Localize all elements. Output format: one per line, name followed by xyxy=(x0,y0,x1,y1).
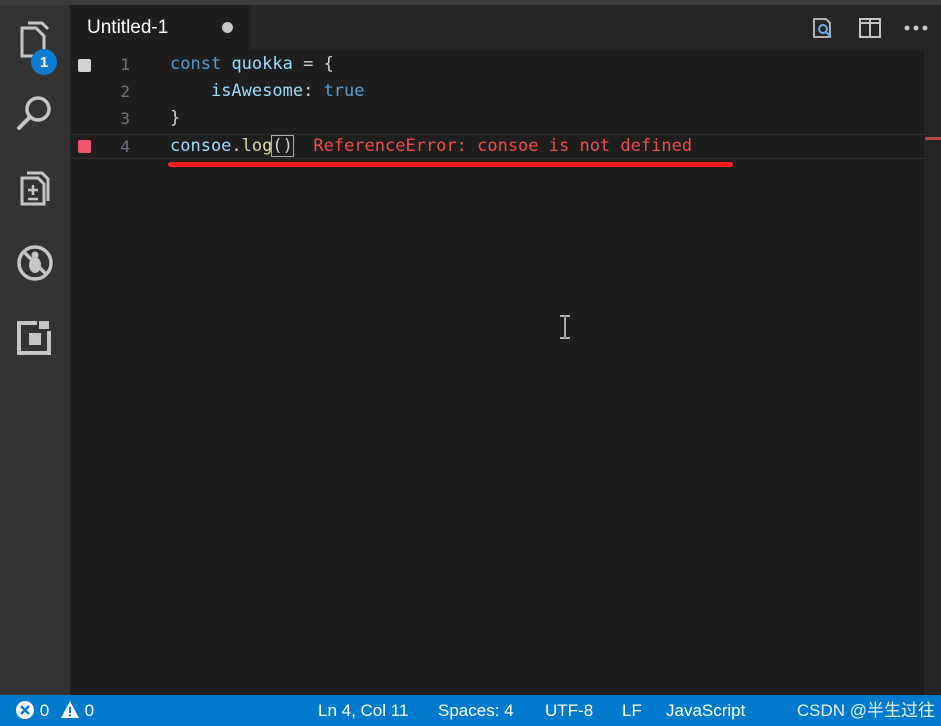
code-punct: . xyxy=(231,136,242,156)
code-line-1: const quokka = { xyxy=(170,51,334,78)
error-icon xyxy=(16,701,34,719)
error-count: 0 xyxy=(39,701,50,720)
extensions-icon[interactable] xyxy=(0,307,70,367)
function-log: log xyxy=(241,136,273,156)
editor-area[interactable]: 1 2 3 4 const quokka = { isAwesome: true… xyxy=(70,50,925,695)
language-mode[interactable]: JavaScript xyxy=(666,695,745,726)
search-icon[interactable] xyxy=(0,83,70,143)
identifier-quokka: quokka xyxy=(231,54,293,74)
line-number: 4 xyxy=(120,137,130,156)
cursor-position[interactable]: Ln 4, Col 11 xyxy=(318,695,408,726)
unsaved-dot-icon[interactable] xyxy=(222,22,233,33)
problems-indicator[interactable]: 0 0 xyxy=(15,695,94,726)
coverage-covered-icon xyxy=(78,59,91,72)
tab-untitled-1[interactable]: Untitled-1 xyxy=(70,5,250,50)
code-line-4: consoe.log() ReferenceError: consoe is n… xyxy=(170,133,692,160)
more-actions-icon[interactable] xyxy=(903,15,929,41)
status-bar: 0 0 Ln 4, Col 11 Spaces: 4 UTF-8 LF Java… xyxy=(0,695,941,726)
split-editor-icon[interactable] xyxy=(857,15,883,41)
code-punct: : xyxy=(303,81,324,101)
line-number: 2 xyxy=(120,82,130,101)
source-control-icon[interactable] xyxy=(0,158,70,218)
literal-true: true xyxy=(323,81,365,101)
watermark: CSDN @半生过往 xyxy=(796,701,935,720)
coverage-error-icon xyxy=(78,140,91,153)
code-punct: = { xyxy=(292,54,334,74)
warning-count: 0 xyxy=(84,701,95,720)
line-number: 1 xyxy=(120,55,130,74)
keyword-const: const xyxy=(170,54,222,74)
text-cursor-icon xyxy=(557,314,573,345)
end-of-line[interactable]: LF xyxy=(622,695,642,726)
indentation[interactable]: Spaces: 4 xyxy=(438,695,514,726)
open-preview-icon[interactable] xyxy=(810,15,836,41)
explorer-icon[interactable]: 1 xyxy=(0,10,70,75)
activity-bar: 1 xyxy=(0,5,70,695)
line-number: 3 xyxy=(120,109,130,128)
warning-icon xyxy=(60,701,79,718)
error-underline xyxy=(168,162,733,167)
explorer-badge: 1 xyxy=(31,49,57,75)
vertical-scrollbar[interactable] xyxy=(925,50,941,695)
code-line-2: isAwesome: true xyxy=(170,78,365,105)
property-isawesome: isAwesome xyxy=(210,81,304,101)
encoding[interactable]: UTF-8 xyxy=(545,695,593,726)
code-line-3: } xyxy=(170,105,180,132)
tab-title: Untitled-1 xyxy=(87,16,169,38)
identifier-consoe: consoe xyxy=(170,136,232,156)
tab-bar: Untitled-1 xyxy=(70,5,941,50)
scrollbar-error-marker xyxy=(925,137,941,140)
code-punct: } xyxy=(170,108,181,128)
inline-error-message: ReferenceError: consoe is not defined xyxy=(313,136,693,156)
bracket-match: () xyxy=(271,135,294,157)
debug-icon[interactable] xyxy=(0,233,70,293)
